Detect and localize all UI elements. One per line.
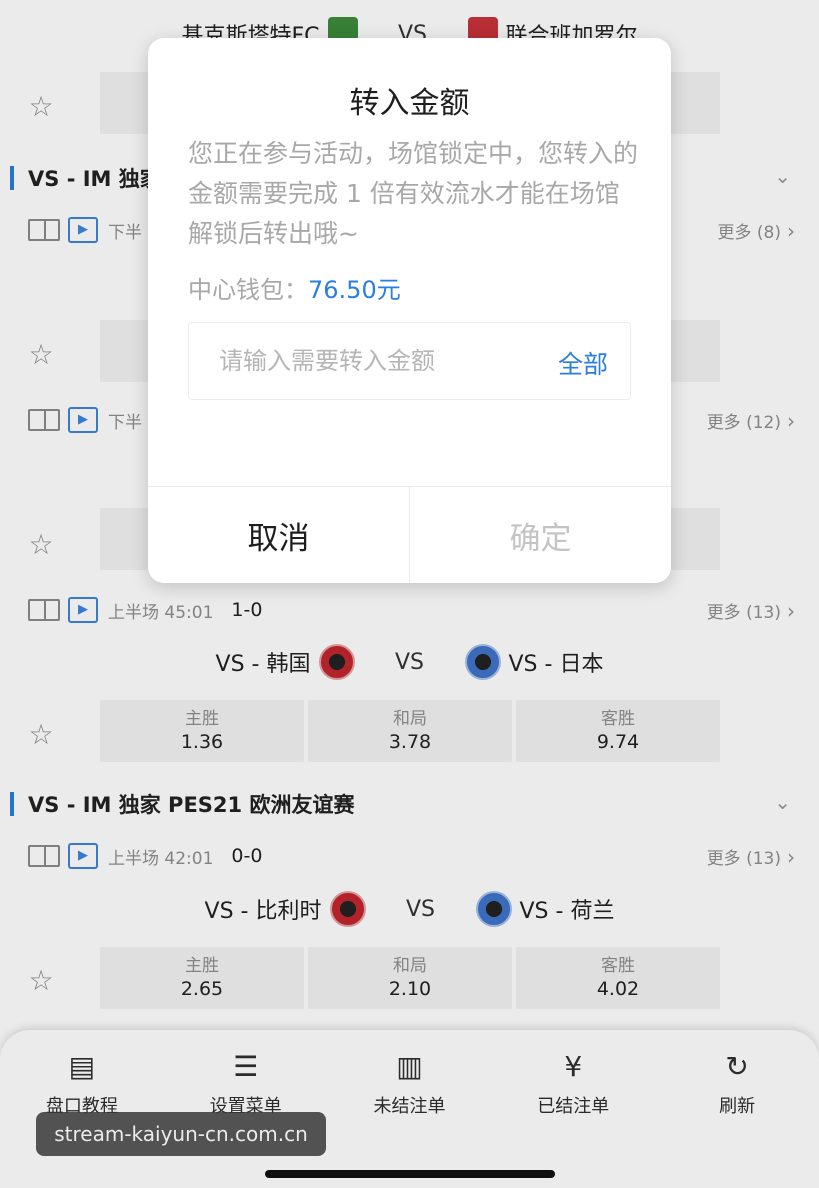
amount-input-box: 全部 bbox=[188, 322, 631, 400]
dialog-title: 转入金额 bbox=[349, 86, 470, 121]
confirm-button[interactable]: 确定 bbox=[410, 487, 671, 583]
dialog-actions: 取消 确定 bbox=[148, 486, 671, 583]
amount-input[interactable] bbox=[219, 347, 539, 375]
dialog-message: 您正在参与活动，场馆锁定中，您转入的金额需要完成 1 倍有效流水才能在场馆解锁后… bbox=[188, 139, 639, 248]
wallet-label: 中心钱包： bbox=[188, 276, 308, 304]
wallet-balance: 中心钱包：76.50元 bbox=[188, 270, 401, 305]
wallet-amount: 76.50元 bbox=[308, 276, 401, 304]
cancel-button[interactable]: 取消 bbox=[148, 487, 410, 583]
transfer-dialog: 转入金额 您正在参与活动，场馆锁定中，您转入的金额需要完成 1 倍有效流水才能在… bbox=[148, 38, 671, 583]
all-amount-button[interactable]: 全部 bbox=[558, 345, 608, 381]
